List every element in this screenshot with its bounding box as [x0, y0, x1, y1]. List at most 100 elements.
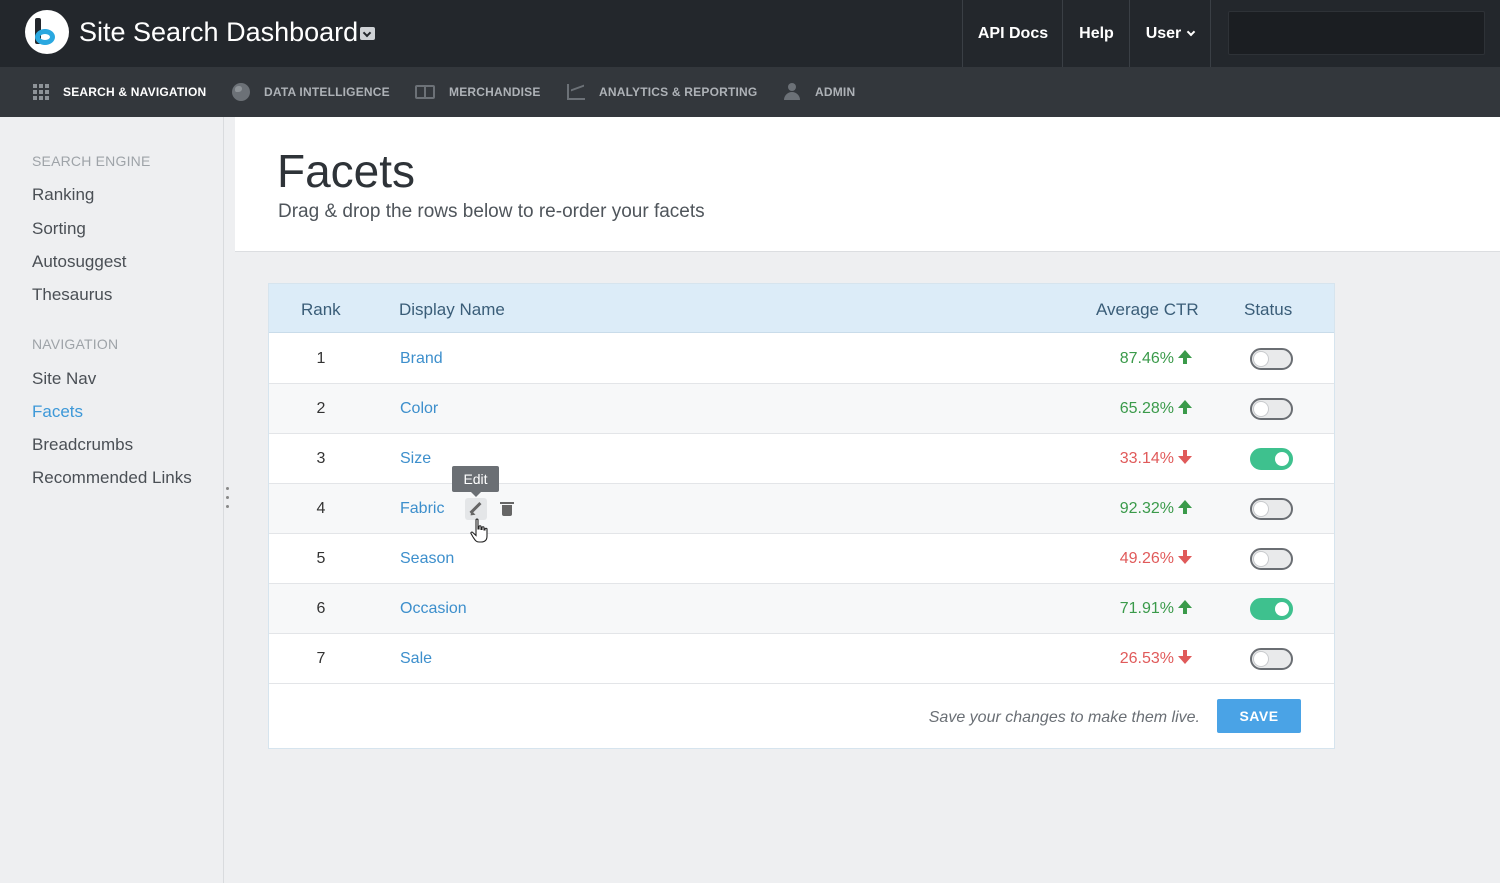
column-header-average-ctr: Average CTR [1096, 300, 1199, 319]
sidebar-item-site-nav[interactable]: Site Nav [32, 369, 96, 389]
table-row[interactable]: 6 Occasion 71.91% [269, 584, 1334, 634]
section-nav-label: ANALYTICS & REPORTING [599, 85, 758, 99]
sidebar-item-recommended-links[interactable]: Recommended Links [32, 468, 192, 488]
sidebar-item-autosuggest[interactable]: Autosuggest [32, 252, 127, 272]
global-search-input[interactable] [1228, 11, 1485, 55]
section-nav: SEARCH & NAVIGATION DATA INTELLIGENCE ME… [0, 67, 1500, 117]
facet-name-link[interactable]: Sale [400, 650, 432, 668]
ctr-text: 26.53% [1119, 650, 1174, 667]
brand-logo-icon[interactable] [25, 10, 69, 54]
ctr-text: 71.91% [1119, 600, 1174, 617]
row-rank: 7 [316, 650, 326, 667]
save-button[interactable]: SAVE [1217, 699, 1301, 733]
section-nav-search-navigation[interactable]: SEARCH & NAVIGATION [33, 67, 206, 117]
toggle-knob [1254, 352, 1268, 366]
sidebar-heading-search-engine: SEARCH ENGINE [32, 153, 151, 169]
status-toggle[interactable] [1250, 348, 1293, 370]
row-rank: 2 [316, 400, 326, 417]
top-bar: Site Search Dashboard API Docs Help User [0, 0, 1500, 67]
status-toggle[interactable] [1250, 648, 1293, 670]
status-toggle[interactable] [1250, 598, 1293, 620]
status-toggle[interactable] [1250, 548, 1293, 570]
toggle-knob [1254, 502, 1268, 516]
app-switcher-chevron-down-icon[interactable] [360, 27, 375, 40]
ctr-text: 87.46% [1119, 350, 1174, 367]
row-rank: 4 [316, 500, 326, 517]
facet-name-link[interactable]: Size [400, 450, 431, 468]
page-header: Facets Drag & drop the rows below to re-… [235, 117, 1500, 252]
help-link[interactable]: Help [1062, 0, 1130, 67]
section-nav-data-intelligence[interactable]: DATA INTELLIGENCE [232, 67, 390, 117]
status-toggle[interactable] [1250, 448, 1293, 470]
facet-name-link[interactable]: Brand [400, 350, 443, 368]
ctr-text: 49.26% [1119, 550, 1174, 567]
toggle-knob [1275, 602, 1289, 616]
arrow-down-icon [1178, 650, 1192, 664]
arrow-down-icon [1178, 550, 1192, 564]
api-docs-link[interactable]: API Docs [962, 0, 1063, 67]
edit-pencil-icon[interactable] [465, 498, 487, 520]
status-toggle[interactable] [1250, 498, 1293, 520]
section-nav-merchandise[interactable]: MERCHANDISE [415, 67, 541, 117]
row-rank: 1 [316, 350, 326, 367]
chevron-down-icon [1187, 27, 1196, 36]
trash-icon[interactable] [500, 502, 514, 516]
section-nav-analytics-reporting[interactable]: ANALYTICS & REPORTING [567, 67, 757, 117]
hand-pointer-cursor-icon [470, 518, 488, 543]
sidebar-item-facets[interactable]: Facets [32, 402, 83, 422]
table-row[interactable]: 7 Sale 26.53% [269, 634, 1334, 684]
row-rank: 3 [316, 450, 326, 467]
ctr-text: 33.14% [1119, 450, 1174, 467]
facets-table-panel: Rank Display Name Average CTR Status 1 B… [268, 283, 1335, 749]
sidebar-heading-navigation: NAVIGATION [32, 336, 119, 352]
arrow-up-icon [1178, 600, 1192, 614]
sidebar-item-ranking[interactable]: Ranking [32, 185, 94, 205]
user-menu[interactable]: User [1129, 0, 1211, 67]
user-menu-label: User [1145, 24, 1182, 42]
book-icon [415, 85, 435, 99]
table-row[interactable]: 4 Fabric 92.32% [269, 484, 1334, 534]
table-header: Rank Display Name Average CTR Status [269, 284, 1334, 333]
facet-name-link[interactable]: Color [400, 400, 438, 418]
section-nav-label: DATA INTELLIGENCE [264, 85, 390, 99]
grid-icon [33, 84, 49, 100]
sidebar-resize-handle[interactable] [226, 487, 230, 513]
section-nav-label: MERCHANDISE [449, 85, 541, 99]
sidebar: SEARCH ENGINE Ranking Sorting Autosugges… [0, 117, 224, 883]
edit-tooltip: Edit [452, 466, 499, 497]
sidebar-item-thesaurus[interactable]: Thesaurus [32, 285, 112, 305]
row-rank: 5 [316, 550, 326, 567]
table-row[interactable]: 3 Size 33.14% [269, 434, 1334, 484]
column-header-status: Status [1244, 300, 1293, 319]
save-hint: Save your changes to make them live. [928, 709, 1200, 726]
average-ctr-value: 49.26% [1120, 550, 1192, 568]
average-ctr-value: 33.14% [1120, 450, 1192, 468]
facet-name-link[interactable]: Fabric [400, 500, 444, 518]
facet-name-link[interactable]: Occasion [400, 600, 467, 618]
sidebar-item-breadcrumbs[interactable]: Breadcrumbs [32, 435, 133, 455]
row-tools [465, 498, 525, 520]
table-row[interactable]: 1 Brand 87.46% [269, 334, 1334, 384]
arrow-up-icon [1178, 500, 1192, 514]
person-icon [783, 83, 801, 101]
section-nav-label: SEARCH & NAVIGATION [63, 85, 207, 99]
table-row[interactable]: 2 Color 65.28% [269, 384, 1334, 434]
average-ctr-value: 87.46% [1120, 350, 1192, 368]
arrow-down-icon [1178, 450, 1192, 464]
toggle-knob [1254, 402, 1268, 416]
toggle-knob [1275, 452, 1289, 466]
page-title: Facets [277, 145, 416, 197]
table-row[interactable]: 5 Season 49.26% [269, 534, 1334, 584]
status-toggle[interactable] [1250, 398, 1293, 420]
row-rank: 6 [316, 600, 326, 617]
page-subtitle: Drag & drop the rows below to re-order y… [278, 201, 705, 222]
facet-name-link[interactable]: Season [400, 550, 454, 568]
average-ctr-value: 71.91% [1120, 600, 1192, 618]
average-ctr-value: 65.28% [1120, 400, 1192, 418]
globe-icon [232, 83, 250, 101]
section-nav-admin[interactable]: ADMIN [783, 67, 855, 117]
average-ctr-value: 26.53% [1120, 650, 1192, 668]
sidebar-item-sorting[interactable]: Sorting [32, 219, 86, 239]
app-title[interactable]: Site Search Dashboard [79, 17, 358, 48]
arrow-up-icon [1178, 400, 1192, 414]
